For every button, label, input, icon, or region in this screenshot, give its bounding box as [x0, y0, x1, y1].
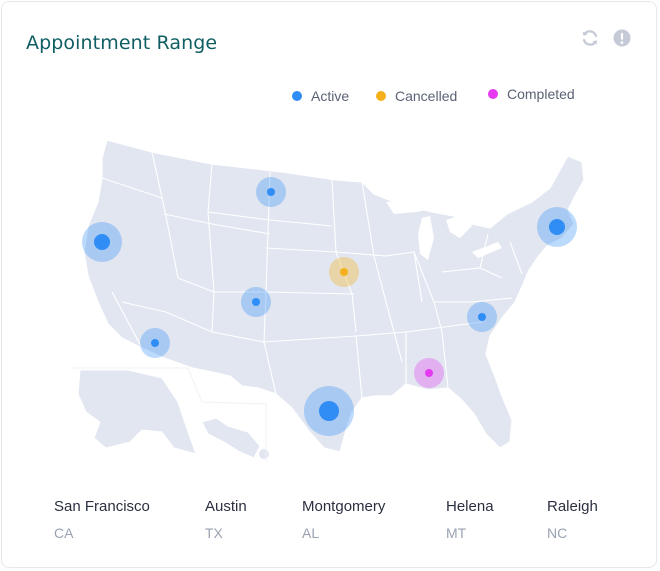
appointment-range-card: Appointment Range Active Cancelled Compl… — [1, 1, 657, 568]
marker-dot — [94, 234, 110, 250]
map-marker-active[interactable] — [140, 328, 170, 358]
legend-label-cancelled: Cancelled — [395, 88, 458, 104]
legend-item-completed[interactable]: Completed — [488, 86, 575, 102]
city-state: AL — [302, 525, 320, 541]
legend-dot-completed — [488, 89, 498, 99]
city-name: Raleigh — [547, 498, 598, 515]
map-marker-active[interactable] — [467, 302, 497, 332]
marker-dot — [478, 313, 486, 321]
hawaii-island — [259, 449, 269, 459]
city-name: Montgomery — [302, 498, 386, 515]
marker-dot — [425, 369, 433, 377]
map-marker-cancelled[interactable] — [329, 257, 359, 287]
city-state: MT — [446, 525, 467, 541]
map-marker-active[interactable] — [241, 287, 271, 317]
map-marker-active[interactable] — [537, 207, 577, 247]
legend-dot-active — [292, 91, 302, 101]
legend-label-active: Active — [311, 88, 350, 104]
map-marker-active[interactable] — [256, 177, 286, 207]
map-marker-active[interactable] — [82, 222, 122, 262]
city-item-austin[interactable]: Austin TX — [205, 498, 247, 541]
city-state: CA — [54, 525, 74, 541]
city-item-montgomery[interactable]: Montgomery AL — [302, 498, 385, 541]
card-title: Appointment Range — [26, 32, 218, 54]
city-item-raleigh[interactable]: Raleigh NC — [547, 498, 598, 541]
city-list: San Francisco CA Austin TX Montgomery AL… — [2, 498, 660, 558]
marker-dot — [319, 401, 339, 421]
alert-circle-icon[interactable] — [612, 28, 632, 48]
legend-label-completed: Completed — [507, 86, 575, 102]
city-name: San Francisco — [54, 498, 150, 515]
hawaii-shape — [201, 417, 261, 459]
map-marker-completed[interactable] — [414, 358, 444, 388]
legend-item-cancelled[interactable]: Cancelled — [376, 88, 457, 104]
city-item-helena[interactable]: Helena MT — [446, 498, 494, 541]
legend-dot-cancelled — [376, 91, 386, 101]
legend-item-active[interactable]: Active — [292, 88, 349, 104]
city-name: Helena — [446, 498, 494, 515]
us-map — [72, 139, 585, 462]
marker-dot — [267, 188, 275, 196]
marker-dot — [549, 219, 565, 235]
map-legend: Active Cancelled Completed — [2, 86, 660, 108]
marker-dot — [340, 268, 348, 276]
alaska-shape — [77, 369, 197, 455]
city-name: Austin — [205, 498, 247, 515]
map-marker-active[interactable] — [304, 386, 354, 436]
city-item-san-francisco[interactable]: San Francisco CA — [54, 498, 150, 541]
city-state: NC — [547, 525, 568, 541]
marker-dot — [252, 298, 260, 306]
marker-dot — [151, 339, 159, 347]
refresh-icon[interactable] — [580, 28, 600, 48]
city-state: TX — [205, 525, 223, 541]
